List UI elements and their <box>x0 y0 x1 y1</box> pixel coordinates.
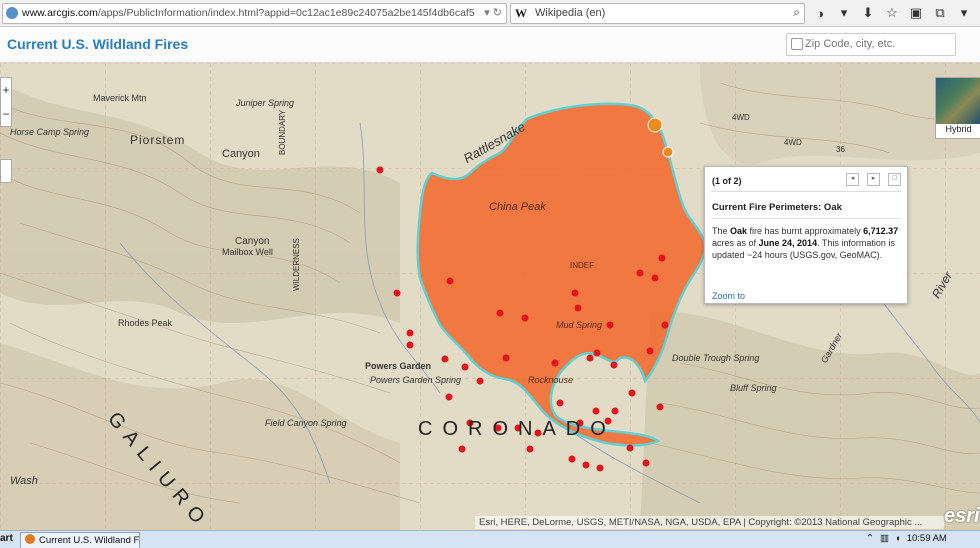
page-title: Current U.S. Wildland Fires <box>7 36 189 52</box>
place-label: Maverick Mtn <box>93 93 147 103</box>
download-icon[interactable]: ⬇ <box>860 5 876 21</box>
basemap-thumbnail <box>936 78 980 124</box>
popup-controls: ◂ ▸ □ <box>846 173 901 186</box>
place-label: 4WD <box>784 138 802 147</box>
place-label: China Peak <box>489 201 546 213</box>
addon-icon[interactable]: ◑ <box>812 5 828 21</box>
browser-chrome: www.arcgis.com/apps/PublicInformation/in… <box>0 0 980 27</box>
maximize-icon[interactable]: □ <box>888 173 901 186</box>
firefox-icon <box>25 534 35 544</box>
place-label: Rhodes Peak <box>118 318 173 328</box>
wikipedia-icon: W <box>515 6 527 20</box>
locate-icon[interactable] <box>791 38 803 50</box>
place-label: CORONADO <box>418 418 616 440</box>
place-label: INDEF <box>570 261 594 270</box>
place-label: Rocknouse <box>528 375 574 385</box>
info-popup: (1 of 2) ◂ ▸ □ Current Fire Perimeters: … <box>704 166 908 304</box>
place-label: Juniper Spring <box>236 98 295 108</box>
taskbar-item-browser[interactable]: Current U.S. Wildland F... <box>20 532 140 548</box>
place-label: Canyon <box>222 148 260 160</box>
location-search[interactable] <box>786 33 956 56</box>
map-view[interactable]: Maverick Mtn Piorstem Canyon Canyon Juni… <box>0 63 980 530</box>
place-label: WILDERNESS <box>292 238 301 291</box>
place-label: Powers Garden Spring <box>370 375 462 385</box>
popup-count: (1 of 2) <box>712 176 742 186</box>
place-label: Bluff Spring <box>730 383 777 393</box>
network-icon[interactable]: ▥ <box>880 533 889 544</box>
place-label: Field Canyon Spring <box>265 418 347 428</box>
dropdown-icon[interactable]: ▾ <box>836 5 852 21</box>
place-label: Wash <box>10 475 38 487</box>
search-engine-label: Wikipedia (en) <box>535 7 606 19</box>
taskbar: art Current U.S. Wildland F... ⌃ ▥ ◖ 10:… <box>0 530 980 548</box>
esri-logo[interactable]: esri <box>944 505 980 528</box>
start-button[interactable]: art <box>0 533 13 544</box>
tray-arrow-icon[interactable]: ⌃ <box>866 533 874 544</box>
app-header: Current U.S. Wildland Fires <box>0 27 980 63</box>
zoom-control: + − <box>0 77 12 127</box>
fire-name: Oak <box>730 226 748 236</box>
zoom-out-button[interactable]: − <box>1 102 11 126</box>
popup-body: The Oak fire has burnt approximately 6,7… <box>712 226 899 260</box>
taskbar-item-label: Current U.S. Wildland F... <box>39 535 140 546</box>
place-label: Double Trough Spring <box>672 353 760 363</box>
url-text[interactable]: www.arcgis.com/apps/PublicInformation/in… <box>22 7 475 19</box>
place-label: Horse Camp Spring <box>10 127 90 137</box>
place-label: 4WD <box>732 113 750 122</box>
place-label: Piorstem <box>130 133 186 147</box>
clock[interactable]: 10:59 AM <box>907 533 947 544</box>
volume-icon[interactable]: ◖ <box>895 533 901 544</box>
place-label: BOUNDARY <box>278 109 287 155</box>
browser-search-box[interactable]: W Wikipedia (en) ⌕ <box>510 3 805 24</box>
divider <box>711 218 901 219</box>
system-tray: ⌃ ▥ ◖ 10:59 AM <box>866 533 947 544</box>
next-icon[interactable]: ▸ <box>867 173 880 186</box>
screenshot-icon[interactable]: ⧉ <box>932 5 948 21</box>
bookmark-star-icon[interactable]: ☆ <box>884 5 900 21</box>
place-label: Canyon <box>235 236 270 247</box>
popup-title: Current Fire Perimeters: Oak <box>712 202 842 213</box>
basemap-toggle[interactable]: Hybrid <box>935 77 980 139</box>
place-label: Mailbox Well <box>222 247 273 257</box>
fire-acres: 6,712.37 <box>863 226 899 236</box>
menu-dropdown-icon[interactable]: ▾ <box>956 5 972 21</box>
zoom-to-link[interactable]: Zoom to <box>712 291 745 301</box>
home-button[interactable] <box>0 159 12 183</box>
search-icon[interactable]: ⌕ <box>793 5 800 20</box>
divider <box>711 191 901 192</box>
map-attribution: Esri, HERE, DeLorme, USGS, METI/NASA, NG… <box>475 516 944 529</box>
place-label: 36 <box>836 145 845 154</box>
site-favicon-icon <box>6 7 18 19</box>
fire-date: June 24, 2014 <box>758 238 818 248</box>
address-bar[interactable]: www.arcgis.com/apps/PublicInformation/in… <box>2 3 507 24</box>
place-label: Mud Spring <box>556 320 603 330</box>
place-label: Powers Garden <box>365 361 432 371</box>
zoom-in-button[interactable]: + <box>1 78 11 102</box>
previous-icon[interactable]: ◂ <box>846 173 859 186</box>
clipboard-icon[interactable]: ▣ <box>908 5 924 21</box>
location-search-input[interactable] <box>805 36 950 52</box>
browser-toolbar: ◑ ▾ ⬇ ☆ ▣ ⧉ ▾ ≡ <box>812 4 980 22</box>
reload-icon[interactable]: ▾ ↻ <box>484 6 502 19</box>
basemap-label: Hybrid <box>945 124 972 134</box>
